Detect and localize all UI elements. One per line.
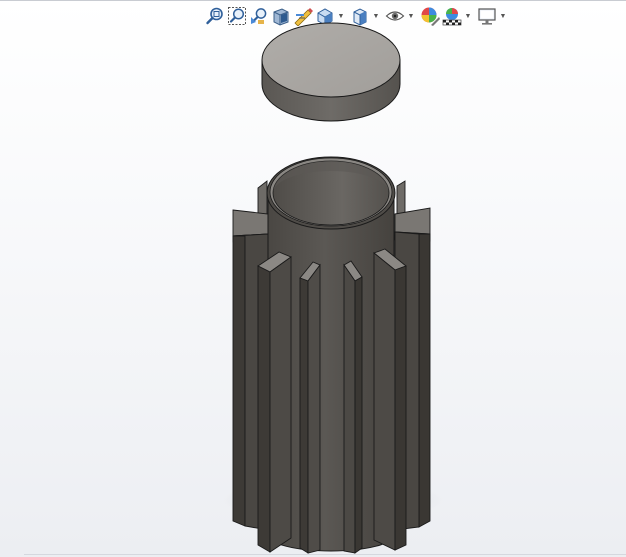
graphics-area[interactable]: ▼ ▼ ▼ ▼ ▼ (0, 0, 626, 557)
model-rendering (223, 22, 443, 554)
viewport-bottom-border (24, 554, 626, 555)
lid-part[interactable] (261, 22, 401, 122)
finned-cylinder-part[interactable] (232, 156, 431, 554)
